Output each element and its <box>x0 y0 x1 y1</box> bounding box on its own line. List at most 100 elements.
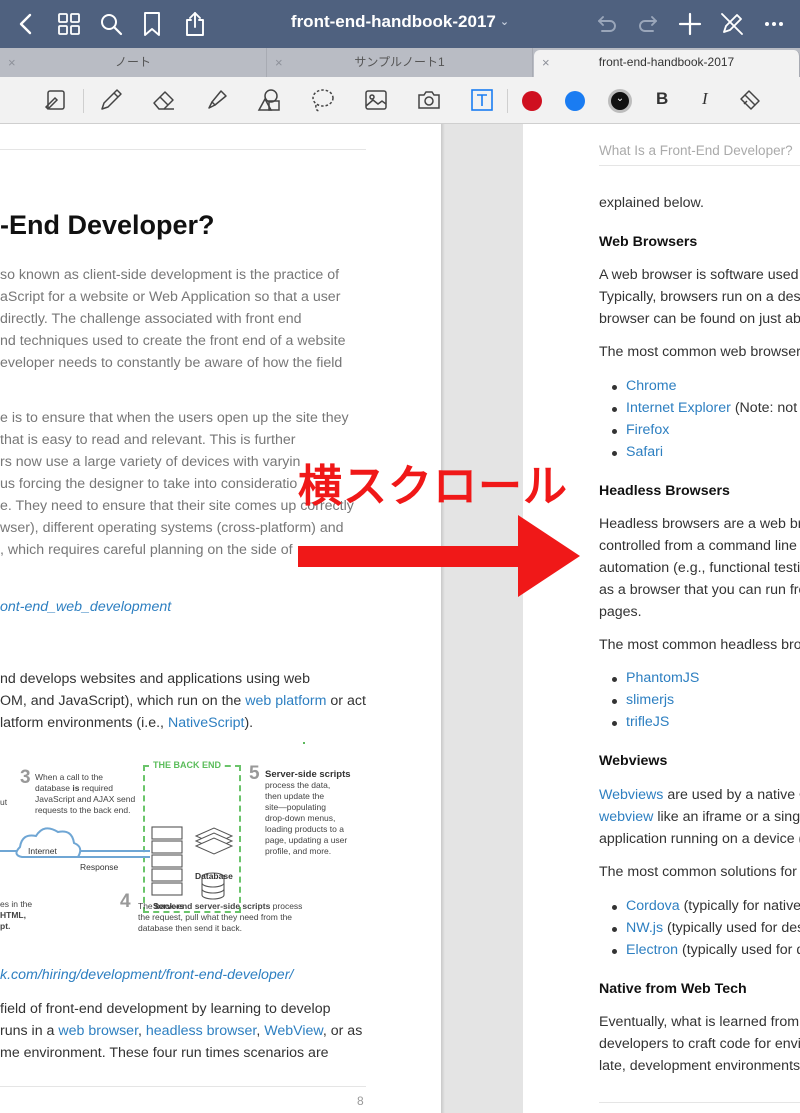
paragraph-line: Typically, browsers run on a desk <box>599 289 800 305</box>
bullet <box>612 927 617 932</box>
caption-line: page, updating a user <box>265 835 348 845</box>
text-run: back-end server-side scripts <box>155 901 271 911</box>
caption-line: drop-down menus, <box>265 813 336 823</box>
nativescript-link[interactable]: NativeScript <box>168 715 244 731</box>
paragraph-line: browser can be found on just abo <box>599 311 800 327</box>
tab-label: サンプルノート1 <box>354 55 445 69</box>
text-run: database <box>35 783 73 793</box>
paragraph-line: , which requires careful planning on the… <box>0 542 293 558</box>
page-header-rule <box>0 149 366 150</box>
add-icon[interactable] <box>676 10 704 38</box>
page-footer-rule <box>0 1086 366 1087</box>
phantomjs-link[interactable]: PhantomJS <box>626 670 699 686</box>
tab-sample-note-1[interactable]: × サンプルノート1 <box>267 48 533 77</box>
text-run: OM, and JavaScript), which run on the <box>0 693 246 709</box>
eraser-icon[interactable] <box>151 87 177 113</box>
paragraph-line: Eventually, what is learned from <box>599 1014 800 1030</box>
webviews-link[interactable]: Webviews <box>599 787 663 803</box>
caption-line: profile, and more. <box>265 846 332 856</box>
paragraph-line: so known as client-side development is t… <box>0 267 340 283</box>
web-browser-link[interactable]: web browser <box>58 1023 138 1039</box>
shapes-icon[interactable] <box>256 87 282 113</box>
caption-line: the request, pull what they need from th… <box>138 912 293 922</box>
web-platform-link[interactable]: web platform <box>245 693 326 709</box>
electron-link[interactable]: Electron <box>626 942 678 958</box>
cropped-caption: es in the HTML, pt. <box>0 899 32 932</box>
color-blue-swatch[interactable] <box>565 91 585 111</box>
text-run: (typically for native <box>679 898 800 914</box>
italic-button[interactable]: I <box>702 89 708 109</box>
pen-icon[interactable] <box>98 87 124 113</box>
internet-explorer-link[interactable]: Internet Explorer <box>626 400 731 416</box>
read-mode-icon[interactable] <box>43 87 69 113</box>
paragraph-line: The most common headless bro <box>599 637 800 653</box>
paragraph-line: Webviews are used by a native O <box>599 787 800 803</box>
lasso-icon[interactable] <box>310 87 336 113</box>
edit-off-icon[interactable] <box>718 10 746 38</box>
text-run: , or as <box>322 1023 363 1039</box>
slimerjs-link[interactable]: slimerjs <box>626 692 674 708</box>
caption-line: then update the <box>265 791 325 801</box>
headless-browser-link[interactable]: headless browser <box>146 1023 256 1039</box>
bullet <box>612 699 617 704</box>
step-number: 4 <box>120 891 131 912</box>
paragraph-line: OM, and JavaScript), which run on the we… <box>0 693 366 709</box>
pdf-page-right[interactable]: What Is a Front-End Developer? explained… <box>523 124 800 1113</box>
page-shadow <box>441 124 445 1113</box>
paragraph-line: e is to ensure that when the users open … <box>0 410 349 426</box>
image-icon[interactable] <box>363 87 389 113</box>
text-run: The <box>138 901 156 911</box>
bullet <box>612 429 617 434</box>
redo-icon[interactable] <box>635 10 663 38</box>
text-run: like an iframe or a singl <box>653 809 800 825</box>
page-gutter <box>441 124 523 1113</box>
firefox-link[interactable]: Firefox <box>626 422 669 438</box>
list-item: Internet Explorer (Note: not <box>626 400 797 416</box>
close-icon[interactable]: × <box>8 48 16 77</box>
more-icon[interactable] <box>760 10 788 38</box>
pdf-page-left[interactable]: -End Developer? so known as client-side … <box>0 124 441 1113</box>
text-run: process <box>270 901 303 911</box>
step-number: 5 <box>249 763 260 784</box>
color-red-swatch[interactable] <box>522 91 542 111</box>
undo-icon[interactable] <box>592 10 620 38</box>
chrome-link[interactable]: Chrome <box>626 378 676 394</box>
page-number: 8 <box>357 1094 364 1108</box>
list-item: Electron (typically used for d <box>626 942 800 958</box>
color-black-swatch[interactable]: ⌄ <box>608 89 632 113</box>
text-run: runs in a <box>0 1023 59 1039</box>
bullet <box>612 949 617 954</box>
nwjs-link[interactable]: NW.js <box>626 920 663 936</box>
horizontal-scroll-annotation: 横スクロール <box>298 461 568 512</box>
bullet <box>612 677 617 682</box>
webview-link[interactable]: webview <box>599 809 653 825</box>
paragraph-line: pages. <box>599 604 642 620</box>
text-run: ). <box>244 715 254 731</box>
format-brush-icon[interactable] <box>737 87 763 113</box>
webview-link[interactable]: WebView <box>264 1023 323 1039</box>
wikipedia-link[interactable]: ont-end_web_development <box>0 599 171 615</box>
bold-button[interactable]: B <box>656 89 668 109</box>
safari-link[interactable]: Safari <box>626 444 663 460</box>
paragraph-line: aScript for a website or Web Application… <box>0 289 341 305</box>
cordova-link[interactable]: Cordova <box>626 898 680 914</box>
close-icon[interactable]: × <box>275 48 283 77</box>
triflejs-link[interactable]: trifleJS <box>626 714 669 730</box>
tab-notes[interactable]: × ノート <box>0 48 267 77</box>
paragraph-line: directly. The challenge associated with … <box>0 311 302 327</box>
bullet <box>612 721 617 726</box>
paragraph-line: that is easy to read and relevant. This … <box>0 432 296 448</box>
highlighter-icon[interactable] <box>204 87 230 113</box>
source-link[interactable]: k.com/hiring/development/front-end-devel… <box>0 967 293 983</box>
paragraph-line: eveloper needs to constantly be aware of… <box>0 355 343 371</box>
document-title-text: front-end-handbook-2017 <box>290 12 496 31</box>
caption-line: loading products to a <box>265 824 344 834</box>
tab-front-end-handbook[interactable]: × front-end-handbook-2017 <box>534 50 800 77</box>
camera-icon[interactable] <box>416 87 442 113</box>
paragraph-line: field of front-end development by learni… <box>0 1001 331 1017</box>
paragraph-line: as a browser that you can run fro <box>599 582 800 598</box>
close-icon[interactable]: × <box>542 50 550 75</box>
text-box-icon[interactable] <box>469 87 495 113</box>
database-label: Database <box>195 871 233 881</box>
page-footer-rule <box>599 1102 800 1103</box>
